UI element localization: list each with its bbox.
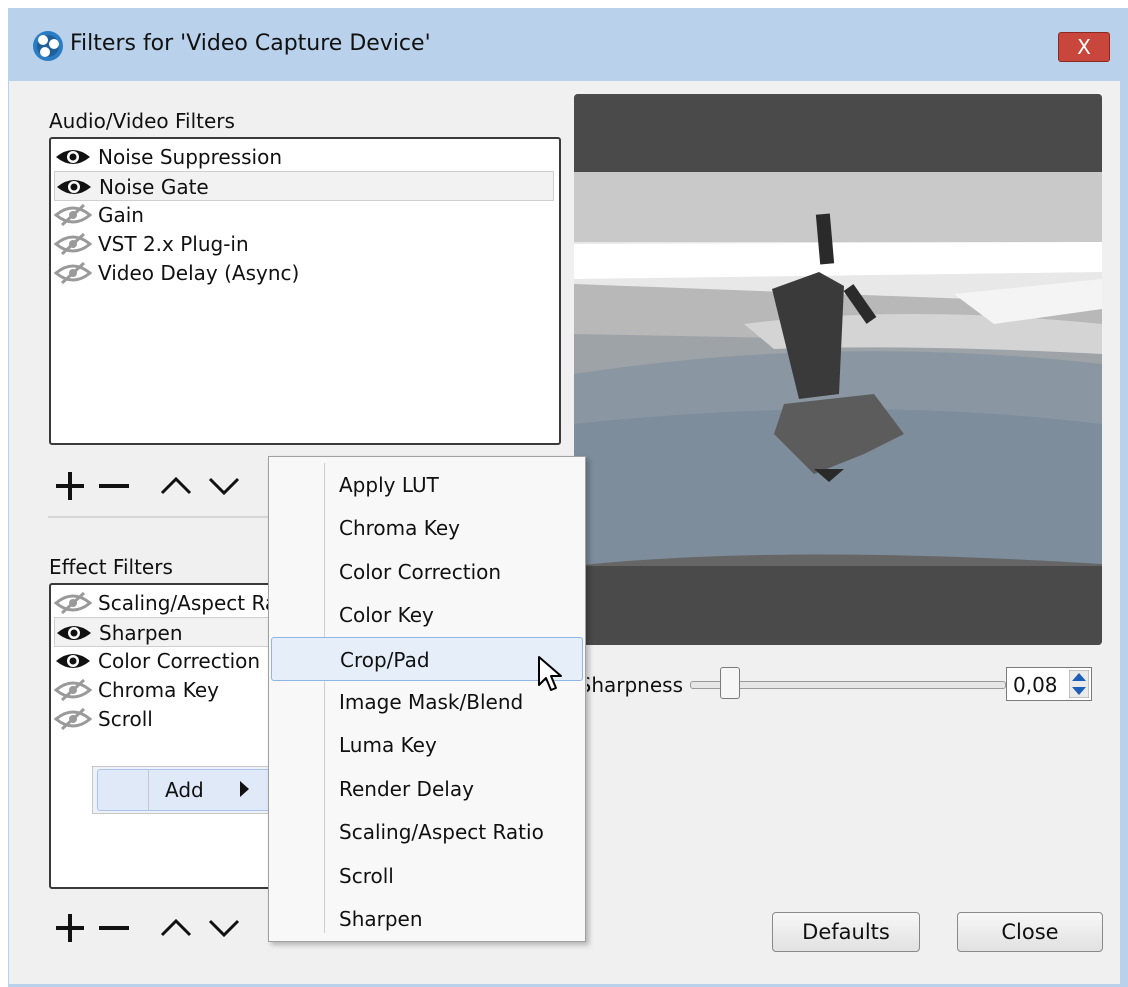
eye-visible-icon[interactable] (55, 175, 93, 199)
submenu-item-label: Crop/Pad (340, 647, 430, 672)
submenu-item[interactable]: Chroma Key (271, 506, 583, 550)
add-filter-plus-icon[interactable] (53, 469, 87, 503)
effect-move-down-chevron-icon[interactable] (207, 915, 241, 941)
audio-video-filter-row[interactable]: Noise Gate (54, 171, 554, 201)
sharpness-value: 0,08 (1013, 673, 1058, 697)
effect-move-up-chevron-icon[interactable] (159, 915, 193, 941)
mouse-cursor-icon (538, 656, 562, 691)
eye-visible-icon[interactable] (54, 145, 92, 169)
audio-video-filter-list[interactable]: Noise Suppression Noise Gate Gain VST 2.x P… (49, 137, 561, 445)
submenu-item-label: Apply LUT (339, 473, 439, 497)
remove-filter-minus-icon[interactable] (97, 469, 131, 503)
audio-video-filter-label: Noise Suppression (98, 145, 282, 169)
eye-visible-icon[interactable] (54, 649, 92, 673)
submenu-item[interactable]: Color Key (271, 593, 583, 637)
eye-hidden-icon[interactable] (53, 203, 93, 227)
add-menu-item[interactable]: Add (97, 769, 271, 811)
close-button[interactable]: Close (957, 912, 1103, 952)
audio-video-filter-label: Noise Gate (99, 175, 209, 199)
submenu-item-label: Scroll (339, 863, 394, 888)
spin-up-down-icon[interactable] (1069, 670, 1089, 698)
window-title: Filters for 'Video Capture Device' (70, 31, 431, 56)
audio-video-filter-row[interactable]: Gain (53, 200, 554, 230)
submenu-item-label: Sharpen (339, 907, 423, 931)
sharpness-spinbox[interactable]: 0,08 (1006, 667, 1092, 701)
eye-hidden-icon[interactable] (53, 707, 93, 731)
effect-filter-label: Sharpen (99, 621, 183, 645)
eye-visible-icon[interactable] (55, 621, 93, 645)
context-menu: Add (92, 766, 274, 814)
move-down-chevron-icon[interactable] (207, 473, 241, 499)
submenu-arrow-icon (240, 781, 249, 797)
effect-filter-label: Scroll (98, 707, 153, 731)
submenu-item[interactable]: Color Correction (271, 550, 583, 594)
effect-filter-label: Color Correction (98, 649, 261, 673)
submenu-item-label: Color Correction (339, 559, 502, 584)
sharpness-slider-thumb[interactable] (719, 667, 740, 699)
close-window-button[interactable]: X (1058, 32, 1110, 62)
eye-hidden-icon[interactable] (53, 232, 93, 256)
submenu-item-label: Luma Key (339, 733, 437, 758)
sharpness-label: Sharpness (587, 673, 683, 697)
audio-video-filter-label: VST 2.x Plug-in (98, 232, 249, 256)
add-effect-plus-icon[interactable] (53, 911, 87, 945)
submenu-item[interactable]: Apply LUT (271, 463, 583, 507)
move-up-chevron-icon[interactable] (159, 473, 193, 499)
submenu-item[interactable]: Scroll (271, 854, 583, 898)
remove-effect-minus-icon[interactable] (97, 911, 131, 945)
submenu-item[interactable]: Luma Key (271, 723, 583, 767)
submenu-item-label: Image Mask/Blend (339, 690, 524, 714)
submenu-item-label: Chroma Key (339, 516, 461, 541)
audio-video-filter-row[interactable]: Noise Suppression (54, 142, 554, 172)
audio-video-filter-label: Video Delay (Async) (98, 261, 300, 285)
add-filter-submenu: Apply LUT Chroma Key Color Correction Color… (268, 456, 586, 942)
menu-gutter (148, 770, 149, 810)
add-menu-label: Add (165, 778, 204, 802)
audio-video-filter-label: Gain (98, 203, 144, 227)
submenu-item[interactable]: Sharpen (271, 897, 583, 941)
effect-filter-label: Scaling/Aspect Ra (98, 591, 278, 615)
submenu-item[interactable]: Render Delay (271, 767, 583, 811)
audio-video-filter-row[interactable]: VST 2.x Plug-in (53, 229, 554, 259)
obs-logo-icon (33, 31, 63, 61)
eye-hidden-icon[interactable] (53, 678, 93, 702)
eye-hidden-icon[interactable] (53, 261, 93, 285)
defaults-button[interactable]: Defaults (772, 912, 920, 952)
effect-filters-heading: Effect Filters (49, 555, 173, 579)
submenu-item-label: Color Key (339, 603, 434, 628)
effect-filter-label: Chroma Key (98, 678, 220, 702)
submenu-item-label: Render Delay (339, 776, 474, 801)
submenu-item[interactable]: Scaling/Aspect Ratio (271, 810, 583, 854)
preview-scene-image (574, 94, 1102, 645)
title-bar[interactable]: Filters for 'Video Capture Device' X (8, 8, 1128, 80)
eye-hidden-icon[interactable] (53, 591, 93, 615)
audio-video-filter-row[interactable]: Video Delay (Async) (53, 258, 554, 288)
video-preview (574, 94, 1102, 645)
submenu-item-label: Scaling/Aspect Ratio (339, 820, 544, 845)
audio-video-heading: Audio/Video Filters (49, 109, 235, 133)
